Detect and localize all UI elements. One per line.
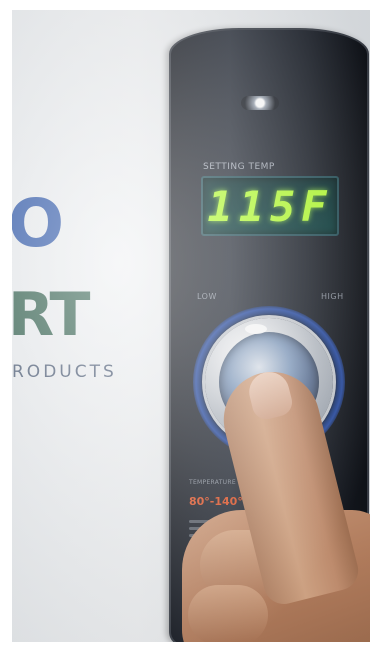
- scale-high-label: HIGH: [321, 292, 344, 301]
- brand-fragment-bottom: RODUCTS: [12, 362, 117, 382]
- photo-frame: O RT RODUCTS SETTING TEMP 115F LOW HIGH …: [12, 10, 370, 642]
- knuckle: [188, 585, 268, 642]
- knob-highlight: [245, 324, 267, 334]
- temperature-readout: 115F: [207, 181, 333, 231]
- brand-fragment-middle: RT: [12, 280, 90, 350]
- scale-low-label: LOW: [197, 292, 217, 301]
- range-caption: TEMPERATURE: [189, 479, 236, 486]
- brand-fragment-top: O: [12, 185, 64, 262]
- indicator-light: [241, 96, 279, 110]
- temperature-display: 115F: [201, 176, 339, 236]
- display-caption: SETTING TEMP: [203, 162, 275, 172]
